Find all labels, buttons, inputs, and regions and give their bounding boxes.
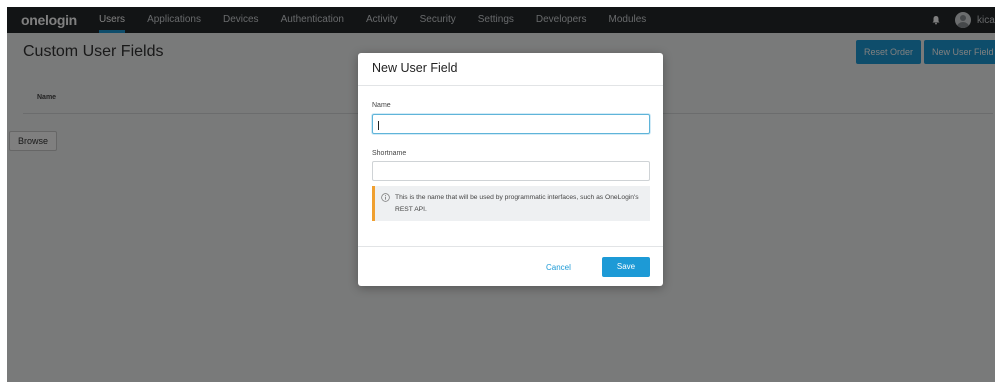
shortname-field-label: Shortname xyxy=(372,150,407,157)
app-window: onelogin Users Applications Devices Auth… xyxy=(7,7,995,382)
dialog-footer-divider xyxy=(358,246,663,247)
name-field-label: Name xyxy=(372,102,391,109)
info-icon xyxy=(381,193,390,202)
dialog-header-divider xyxy=(358,85,663,86)
new-user-field-dialog: New User Field Name Shortname This is th… xyxy=(358,53,663,286)
shortname-hint-box: This is the name that will be used by pr… xyxy=(372,186,650,221)
dialog-title: New User Field xyxy=(372,61,458,75)
hint-text: This is the name that will be used by pr… xyxy=(395,194,639,213)
save-button[interactable]: Save xyxy=(602,257,650,277)
text-cursor xyxy=(378,121,379,130)
name-input[interactable] xyxy=(372,114,650,134)
cancel-button[interactable]: Cancel xyxy=(546,258,571,278)
shortname-input[interactable] xyxy=(372,161,650,181)
